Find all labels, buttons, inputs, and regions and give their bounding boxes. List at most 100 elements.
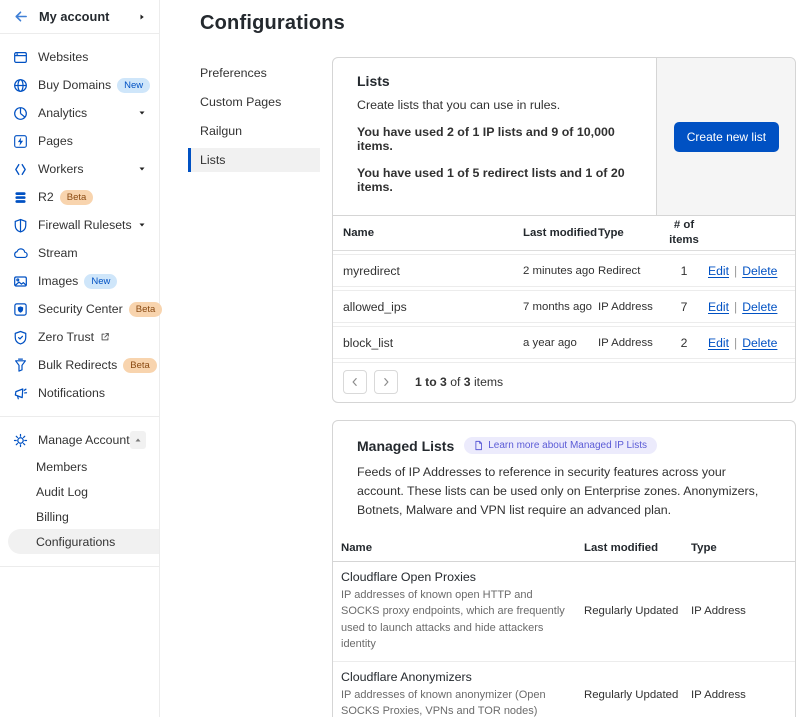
- sidebar-item-manage-account[interactable]: Manage Account: [0, 426, 159, 454]
- column-last-modified: Last modified: [584, 542, 691, 554]
- create-new-list-button[interactable]: Create new list: [674, 122, 779, 152]
- gear-icon: [13, 433, 28, 448]
- sidebar-item-configurations[interactable]: Configurations: [8, 529, 159, 554]
- sidebar-item-label: Manage Account: [38, 433, 130, 447]
- sidebar-item-buy-domains[interactable]: Buy Domains New: [0, 71, 159, 99]
- lists-card-action-panel: Create new list: [656, 58, 795, 215]
- sidebar-item-label: R2: [38, 190, 54, 204]
- managed-list-name: Cloudflare Anonymizers: [341, 670, 574, 684]
- back-arrow-icon[interactable]: [13, 9, 28, 24]
- configurations-subnav: Preferences Custom Pages Railgun Lists: [188, 61, 320, 717]
- sidebar-item-security-center[interactable]: Security Center Beta: [0, 295, 159, 323]
- lists-table-header: Name Last modified Type # of items: [333, 216, 795, 251]
- learn-more-link[interactable]: Learn more about Managed IP Lists: [464, 437, 657, 454]
- pagination-info: 1 to 3 of 3 items: [415, 375, 503, 389]
- edit-link[interactable]: Edit: [708, 300, 729, 314]
- edit-link[interactable]: Edit: [708, 336, 729, 350]
- managed-list-type: IP Address: [691, 605, 787, 617]
- sidebar-item-zero-trust[interactable]: Zero Trust: [0, 323, 159, 351]
- sidebar-item-label: Websites: [38, 50, 88, 64]
- table-row: allowed_ips 7 months ago IP Address 7 Ed…: [333, 290, 795, 323]
- sidebar-item-label: Bulk Redirects: [38, 358, 117, 372]
- sidebar-item-label: Notifications: [38, 386, 105, 400]
- table-row: Cloudflare Anonymizers IP addresses of k…: [333, 662, 795, 717]
- chevron-right-icon: [138, 13, 146, 21]
- managed-lists-table: Name Last modified Type Cloudflare Open …: [333, 535, 795, 717]
- sidebar-nav: Websites Buy Domains New Analytics Pages…: [0, 34, 159, 567]
- account-home-nav[interactable]: My account: [0, 0, 159, 34]
- main-content: Configurations Preferences Custom Pages …: [160, 0, 800, 717]
- column-last-modified: Last modified: [523, 227, 598, 239]
- action-separator: |: [734, 264, 737, 278]
- list-name: myredirect: [343, 264, 523, 278]
- delete-link[interactable]: Delete: [742, 264, 777, 278]
- sidebar-item-pages[interactable]: Pages: [0, 127, 159, 155]
- sidebar-item-label: Stream: [38, 246, 78, 260]
- sidebar-item-members[interactable]: Members: [0, 454, 159, 479]
- subnav-item-preferences[interactable]: Preferences: [188, 61, 320, 85]
- sidebar-item-analytics[interactable]: Analytics: [0, 99, 159, 127]
- managed-table-header: Name Last modified Type: [333, 535, 795, 562]
- sidebar-item-workers[interactable]: Workers: [0, 155, 159, 183]
- list-type: IP Address: [598, 301, 660, 313]
- sidebar-subitem-label: Members: [36, 460, 87, 474]
- subnav-item-custom-pages[interactable]: Custom Pages: [188, 90, 320, 114]
- subnav-item-lists[interactable]: Lists: [188, 148, 320, 172]
- managed-list-modified: Regularly Updated: [584, 689, 691, 701]
- delete-link[interactable]: Delete: [742, 300, 777, 314]
- pages-icon: [13, 134, 28, 149]
- page-title: Configurations: [200, 12, 796, 35]
- list-name: block_list: [343, 336, 523, 350]
- stream-cloud-icon: [13, 246, 28, 261]
- sidebar-item-websites[interactable]: Websites: [0, 43, 159, 71]
- lists-card-description: Create lists that you can use in rules.: [357, 98, 632, 112]
- column-type: Type: [598, 227, 660, 239]
- sidebar-item-notifications[interactable]: Notifications: [0, 379, 159, 407]
- sidebar-item-label: Security Center: [38, 302, 123, 316]
- list-modified: 7 months ago: [523, 301, 598, 313]
- table-row: myredirect 2 minutes ago Redirect 1 Edit…: [333, 254, 795, 287]
- list-item-count: 1: [664, 264, 704, 278]
- sidebar-item-images[interactable]: Images New: [0, 267, 159, 295]
- sidebar-item-label: Analytics: [38, 106, 87, 120]
- subnav-item-railgun[interactable]: Railgun: [188, 119, 320, 143]
- delete-link[interactable]: Delete: [742, 336, 777, 350]
- next-page-button[interactable]: [374, 370, 398, 394]
- chevron-down-icon: [138, 221, 146, 229]
- sidebar-divider: [0, 566, 159, 567]
- list-modified: 2 minutes ago: [523, 265, 598, 277]
- lists-table: Name Last modified Type # of items myred…: [333, 215, 795, 402]
- sidebar-item-bulk-redirects[interactable]: Bulk Redirects Beta: [0, 351, 159, 379]
- previous-page-button[interactable]: [343, 370, 367, 394]
- sidebar: My account Websites Buy Domains New Anal…: [0, 0, 160, 717]
- sidebar-item-billing[interactable]: Billing: [0, 504, 159, 529]
- document-icon: [474, 440, 483, 451]
- managed-lists-title: Managed Lists: [357, 438, 454, 454]
- sidebar-item-stream[interactable]: Stream: [0, 239, 159, 267]
- redirect-lists-usage: You have used 1 of 5 redirect lists and …: [357, 166, 632, 194]
- security-center-icon: [13, 302, 28, 317]
- beta-badge: Beta: [123, 358, 157, 373]
- managed-list-description: IP addresses of known anonymizer (Open S…: [341, 687, 574, 717]
- shield-icon: [13, 218, 28, 233]
- list-type: Redirect: [598, 265, 660, 277]
- chevron-right-icon: [380, 376, 392, 388]
- chevron-left-icon: [349, 376, 361, 388]
- sidebar-item-r2[interactable]: R2 Beta: [0, 183, 159, 211]
- sidebar-item-audit-log[interactable]: Audit Log: [0, 479, 159, 504]
- managed-lists-card: Managed Lists Learn more about Managed I…: [332, 420, 796, 717]
- account-title: My account: [39, 9, 109, 24]
- new-badge: New: [84, 274, 117, 289]
- external-link-icon: [100, 332, 110, 342]
- beta-badge: Beta: [60, 190, 94, 205]
- lists-card: Lists Create lists that you can use in r…: [332, 57, 796, 403]
- collapse-section-button[interactable]: [130, 431, 146, 449]
- sidebar-subitem-label: Configurations: [36, 535, 115, 549]
- edit-link[interactable]: Edit: [708, 264, 729, 278]
- sidebar-item-firewall-rulesets[interactable]: Firewall Rulesets: [0, 211, 159, 239]
- action-separator: |: [734, 300, 737, 314]
- sidebar-item-label: Pages: [38, 134, 73, 148]
- managed-list-description: IP addresses of known open HTTP and SOCK…: [341, 587, 574, 653]
- zero-trust-shield-icon: [13, 330, 28, 345]
- column-type: Type: [691, 542, 787, 554]
